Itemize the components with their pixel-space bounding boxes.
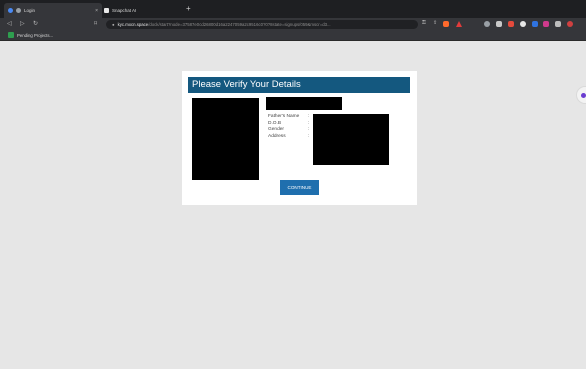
field-separator: : xyxy=(308,134,310,140)
extension-red-icon[interactable] xyxy=(508,21,514,27)
page-title: Please Verify Your Details xyxy=(188,77,410,93)
share-icon[interactable]: ⇪ xyxy=(433,20,437,26)
extension-blue-icon[interactable] xyxy=(532,21,538,27)
address-bar[interactable]: ● kyc.mxcn.space /dock/start?node=37587e… xyxy=(106,20,418,29)
bookmark-label: Pending Projects... xyxy=(17,32,54,38)
field-label: Address xyxy=(268,134,286,140)
site-favicon-icon xyxy=(16,8,21,13)
redacted-photo xyxy=(192,98,259,180)
forward-icon[interactable]: ▷ xyxy=(20,20,25,27)
field-separator: : xyxy=(308,120,310,126)
extension-pink-icon[interactable] xyxy=(543,21,549,27)
tab-label: Login xyxy=(24,8,36,13)
redacted-details xyxy=(313,114,389,165)
back-icon[interactable]: ◁ xyxy=(7,20,12,27)
snapchat-favicon-icon xyxy=(104,8,109,13)
field-separator: : xyxy=(308,127,310,133)
bookmark-page-icon[interactable]: ⌑ xyxy=(94,20,97,27)
bookmarks-bar: Pending Projects... xyxy=(0,31,586,41)
tab-login[interactable]: Login × xyxy=(4,3,102,18)
assistant-icon xyxy=(581,93,586,98)
continue-button[interactable]: CONTINUE xyxy=(280,180,319,195)
field-label: Father's Name xyxy=(268,114,300,119)
pen-icon[interactable] xyxy=(496,21,502,27)
puzzle-icon[interactable] xyxy=(555,21,561,27)
bookmark-pending-projects[interactable]: Pending Projects... xyxy=(8,32,53,38)
brave-shield-icon[interactable] xyxy=(443,21,449,27)
reload-icon[interactable]: ↻ xyxy=(33,20,38,27)
bookmark-favicon-icon xyxy=(8,32,14,38)
url-host: kyc.mxcn.space xyxy=(117,22,149,27)
field-address: Address : xyxy=(268,134,309,141)
tab-snapchat-ai[interactable]: Snapchat AI xyxy=(100,3,182,18)
brave-rewards-icon[interactable] xyxy=(456,21,462,27)
new-tab-button[interactable]: + xyxy=(186,4,191,14)
details-fields: Father's Name : D.O.B : Gender : Address… xyxy=(268,114,309,141)
key-icon[interactable]: ⚿ xyxy=(422,20,426,26)
field-fathers-name: Father's Name : xyxy=(268,114,309,121)
browser-toolbar: ◁ ▷ ↻ ⌑ ● kyc.mxcn.space /dock/start?nod… xyxy=(0,18,586,31)
shield-ext-icon[interactable] xyxy=(520,21,526,27)
lock-icon: ● xyxy=(112,22,115,27)
extension-icon[interactable] xyxy=(484,21,490,27)
verify-details-card: Please Verify Your Details Father's Name… xyxy=(182,71,417,205)
vpn-icon[interactable] xyxy=(567,21,573,27)
close-tab-icon[interactable]: × xyxy=(95,8,98,14)
redacted-name xyxy=(266,97,342,110)
tab-strip: Login × Snapchat AI + xyxy=(0,0,586,18)
url-path: /dock/start?node=37587e0cd26800d16a22470… xyxy=(148,22,331,27)
chrome-icon xyxy=(8,8,13,13)
field-separator: : xyxy=(308,114,310,119)
side-panel-toggle[interactable] xyxy=(576,86,586,104)
page-viewport: Please Verify Your Details Father's Name… xyxy=(0,41,586,369)
tab-label: Snapchat AI xyxy=(112,8,137,13)
